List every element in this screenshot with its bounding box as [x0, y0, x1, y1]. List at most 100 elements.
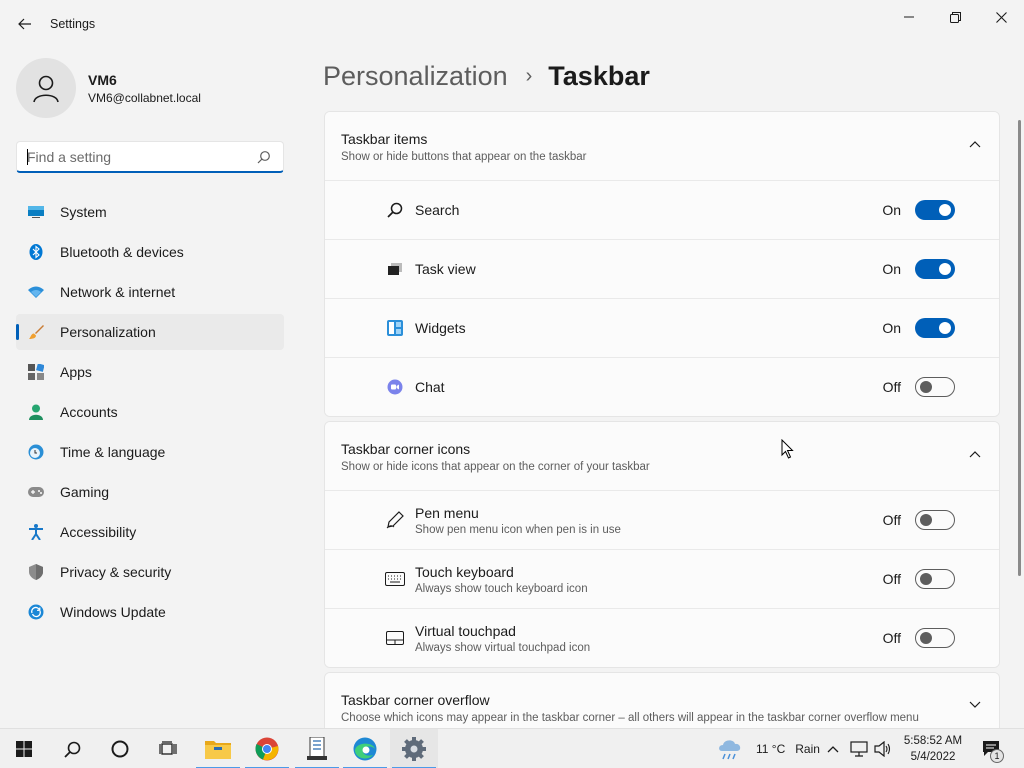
file-explorer-button[interactable] — [194, 729, 242, 768]
sidebar-item-accounts[interactable]: Accounts — [16, 394, 284, 430]
gear-icon — [402, 737, 426, 761]
chevron-down-icon[interactable] — [969, 701, 981, 709]
minimize-icon — [904, 16, 914, 18]
bluetooth-icon — [28, 244, 44, 260]
taskbar-corner-overflow-header[interactable]: Taskbar corner overflow Choose which ico… — [325, 673, 999, 733]
settings-content: Taskbar items Show or hide buttons that … — [324, 111, 1000, 738]
setting-row-search: Search On — [325, 180, 999, 239]
section-title: Taskbar corner icons — [341, 441, 471, 457]
sidebar-item-label: Accounts — [60, 404, 118, 420]
pen-menu-toggle[interactable] — [915, 510, 955, 530]
user-icon — [33, 75, 59, 103]
setting-row-touch-keyboard: Touch keyboard Always show touch keyboar… — [325, 549, 999, 608]
search-icon[interactable] — [257, 150, 271, 164]
close-button[interactable] — [978, 4, 1024, 30]
sidebar-item-bluetooth[interactable]: Bluetooth & devices — [16, 234, 284, 270]
edge-icon — [353, 737, 377, 761]
title-bar: Settings — [0, 0, 1024, 48]
section-title: Taskbar corner overflow — [341, 692, 490, 708]
taskbar-search-button[interactable] — [48, 729, 96, 768]
search-input[interactable] — [17, 148, 247, 165]
virtual-touchpad-toggle[interactable] — [915, 628, 955, 648]
task-view-toggle[interactable] — [915, 259, 955, 279]
setting-label: Task view — [415, 261, 476, 277]
volume-tray-button[interactable] — [874, 729, 892, 768]
setting-label: Virtual touchpad — [415, 622, 516, 639]
sidebar-item-network[interactable]: Network & internet — [16, 274, 284, 310]
back-button[interactable] — [14, 13, 36, 35]
sidebar-nav: System Bluetooth & devices Network & int… — [16, 194, 284, 634]
sidebar-item-privacy-security[interactable]: Privacy & security — [16, 554, 284, 590]
taskbar-items-card: Taskbar items Show or hide buttons that … — [324, 111, 1000, 417]
widgets-toggle[interactable] — [915, 318, 955, 338]
sidebar-item-label: System — [60, 204, 107, 220]
sidebar-item-label: Windows Update — [60, 604, 166, 620]
chrome-button[interactable] — [243, 729, 291, 768]
taskbar-corner-icons-card: Taskbar corner icons Show or hide icons … — [324, 421, 1000, 668]
sidebar-item-apps[interactable]: Apps — [16, 354, 284, 390]
sidebar-item-windows-update[interactable]: Windows Update — [16, 594, 284, 630]
cortana-button[interactable] — [96, 729, 144, 768]
chevron-up-icon[interactable] — [969, 450, 981, 458]
content-scrollbar[interactable] — [1018, 120, 1021, 576]
back-arrow-icon — [18, 18, 31, 30]
settings-button[interactable] — [390, 729, 438, 768]
pen-icon — [385, 510, 405, 530]
sidebar-item-personalization[interactable]: Personalization — [16, 314, 284, 350]
taskbar-corner-icons-header[interactable]: Taskbar corner icons Show or hide icons … — [325, 422, 999, 490]
touch-keyboard-toggle[interactable] — [915, 569, 955, 589]
toggle-state: Off — [882, 630, 901, 646]
breadcrumb-parent[interactable]: Personalization — [323, 61, 508, 92]
sidebar-item-time-language[interactable]: Time & language — [16, 434, 284, 470]
mouse-cursor-icon — [781, 439, 794, 459]
sidebar-item-accessibility[interactable]: Accessibility — [16, 514, 284, 550]
taskbar-clock[interactable]: 5:58:52 AM 5/4/2022 — [900, 733, 966, 765]
notification-center-button[interactable]: 1 — [982, 729, 1004, 768]
profile-name: VM6 — [88, 71, 117, 88]
task-view-icon — [159, 741, 177, 755]
sidebar-item-system[interactable]: System — [16, 194, 284, 230]
weather-description: Rain — [795, 742, 820, 756]
update-icon — [28, 604, 44, 620]
toggle-state: Off — [882, 571, 901, 587]
breadcrumb-separator: › — [525, 64, 533, 87]
tray-overflow-button[interactable] — [827, 729, 839, 768]
sidebar-item-label: Personalization — [60, 324, 156, 340]
sidebar-item-label: Time & language — [60, 444, 166, 460]
user-profile[interactable]: VM6 VM6@collabnet.local — [16, 58, 201, 118]
search-icon — [63, 741, 80, 758]
restore-button[interactable] — [932, 4, 978, 30]
setting-description: Show pen menu icon when pen is in use — [415, 523, 621, 536]
avatar — [16, 58, 76, 118]
chat-icon — [385, 377, 405, 397]
app-title: Settings — [50, 17, 96, 31]
system-icon — [28, 204, 44, 220]
clock-time: 5:58:52 AM — [903, 735, 963, 747]
document-app-icon — [307, 737, 327, 760]
windows-logo-icon — [16, 741, 32, 757]
search-box[interactable] — [16, 141, 284, 173]
chevron-up-icon — [827, 746, 839, 753]
chevron-up-icon[interactable] — [969, 140, 981, 148]
restore-icon — [949, 11, 961, 23]
minimize-button[interactable] — [886, 4, 932, 30]
app-button[interactable] — [293, 729, 341, 768]
setting-label: Chat — [415, 379, 445, 395]
task-view-icon — [385, 259, 405, 279]
clock-globe-icon — [28, 444, 44, 460]
edge-button[interactable] — [341, 729, 389, 768]
taskbar-items-header[interactable]: Taskbar items Show or hide buttons that … — [325, 112, 999, 180]
sidebar-item-gaming[interactable]: Gaming — [16, 474, 284, 510]
clock-date: 5/4/2022 — [910, 751, 956, 763]
weather-widget[interactable]: 11 °C Rain — [716, 729, 820, 768]
setting-label: Search — [415, 202, 460, 218]
network-tray-button[interactable] — [850, 729, 868, 768]
setting-row-task-view: Task view On — [325, 239, 999, 298]
task-view-button[interactable] — [144, 729, 192, 768]
shield-icon — [28, 564, 44, 580]
close-icon — [995, 11, 1007, 23]
chat-toggle[interactable] — [915, 377, 955, 397]
start-button[interactable] — [0, 729, 48, 768]
search-icon — [385, 200, 405, 220]
search-toggle[interactable] — [915, 200, 955, 220]
